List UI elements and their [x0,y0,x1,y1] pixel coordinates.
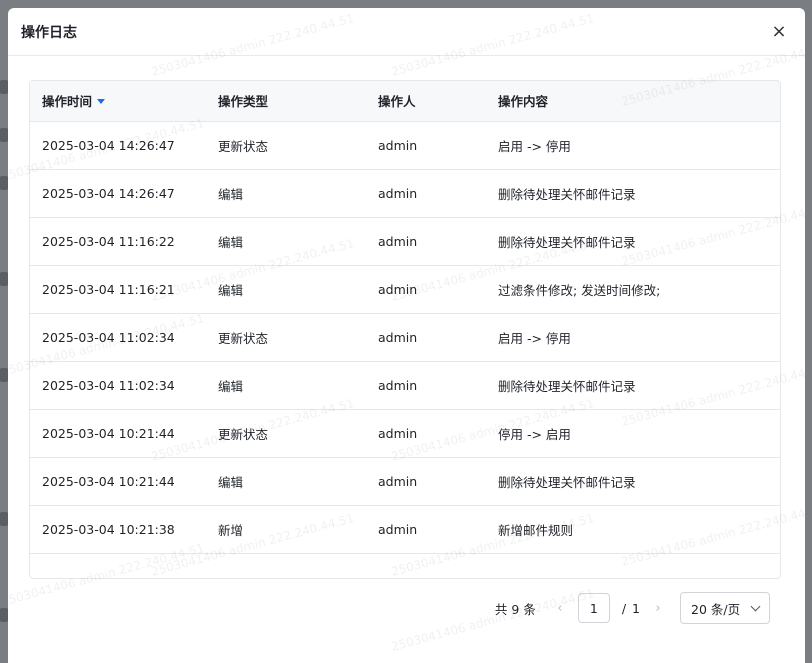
cell-type: 编辑 [206,457,366,506]
cell-operator: admin [366,217,486,266]
background-stub [0,80,8,94]
column-header-operator: 操作人 [366,81,486,122]
page-separator: / [621,600,627,616]
table-row: 2025-03-04 10:21:38 新增 admin 新增邮件规则 [30,505,780,554]
cell-operator: admin [366,505,486,554]
cell-content: 删除待处理关怀邮件记录 [486,217,780,266]
table-row: 2025-03-04 11:02:34 编辑 admin 删除待处理关怀邮件记录 [30,361,780,410]
cell-content: 删除待处理关怀邮件记录 [486,169,780,218]
cell-content: 停用 -> 启用 [486,409,780,458]
cell-operator: admin [366,265,486,314]
column-header-type: 操作类型 [206,81,366,122]
table-row: 2025-03-04 10:21:44 更新状态 admin 停用 -> 启用 [30,409,780,458]
cell-type: 新增 [206,505,366,554]
background-stub [0,272,8,286]
cell-operator: admin [366,361,486,410]
table-row: 2025-03-04 11:16:21 编辑 admin 过滤条件修改; 发送时间修改… [30,265,780,314]
page-size-value: 20 条/页 [691,601,741,617]
sort-descending-icon[interactable] [97,99,106,105]
table-row: 2025-03-04 14:26:47 编辑 admin 删除待处理关怀邮件记录 [30,169,780,218]
cell-type: 编辑 [206,169,366,218]
cell-type: 编辑 [206,217,366,266]
background-stub [0,608,8,622]
cell-time: 2025-03-04 14:26:47 [30,169,206,218]
table-filler-row [30,553,780,578]
table-row: 2025-03-04 11:16:22 编辑 admin 删除待处理关怀邮件记录 [30,217,780,266]
cell-content: 过滤条件修改; 发送时间修改; [486,265,780,314]
cell-type: 编辑 [206,265,366,314]
cell-time: 2025-03-04 11:02:34 [30,361,206,410]
cell-operator: admin [366,457,486,506]
cell-content: 新增邮件规则 [486,505,780,554]
prev-page-icon[interactable]: ‹ [550,601,570,616]
background-stub [0,368,8,382]
cell-time: 2025-03-04 11:16:21 [30,265,206,314]
cell-time: 2025-03-04 11:16:22 [30,217,206,266]
cell-operator: admin [366,121,486,170]
cell-time: 2025-03-04 10:21:38 [30,505,206,554]
table-row: 2025-03-04 10:21:44 编辑 admin 删除待处理关怀邮件记录 [30,457,780,506]
cell-time: 2025-03-04 10:21:44 [30,409,206,458]
table-row: 2025-03-04 14:26:47 更新状态 admin 启用 -> 停用 [30,121,780,170]
cell-operator: admin [366,169,486,218]
column-header-time[interactable]: 操作时间 [30,81,206,122]
cell-type: 编辑 [206,361,366,410]
pagination: 共 9 条 ‹ 1 / 1 › 20 条/页 [495,592,770,624]
column-header-content: 操作内容 [486,81,780,122]
background-stub [0,128,8,142]
cell-operator: admin [366,409,486,458]
cell-time: 2025-03-04 14:26:47 [30,121,206,170]
dialog-header: 操作日志 × [8,8,805,56]
total-count: 共 9 条 [494,601,536,617]
cell-time: 2025-03-04 11:02:34 [30,313,206,362]
next-page-icon[interactable]: › [648,601,668,616]
log-table: 操作时间 操作类型 操作人 操作内容 2025-03-04 14:26:47 更新… [29,80,781,579]
cell-content: 删除待处理关怀邮件记录 [486,457,780,506]
close-icon[interactable]: × [769,22,789,42]
table-header-row: 操作时间 操作类型 操作人 操作内容 [30,81,780,122]
page-size-select[interactable]: 20 条/页 [680,592,770,624]
table-row: 2025-03-04 11:02:34 更新状态 admin 启用 -> 停用 [30,313,780,362]
cell-type: 更新状态 [206,121,366,170]
background-stub [0,176,8,190]
cell-time: 2025-03-04 10:21:44 [30,457,206,506]
cell-content: 启用 -> 停用 [486,121,780,170]
cell-type: 更新状态 [206,409,366,458]
total-pages: 1 [632,600,640,616]
cell-content: 启用 -> 停用 [486,313,780,362]
cell-content: 删除待处理关怀邮件记录 [486,361,780,410]
cell-operator: admin [366,313,486,362]
column-header-label: 操作时间 [42,94,93,110]
dialog-title: 操作日志 [21,24,77,41]
chevron-down-icon [750,601,761,611]
cell-type: 更新状态 [206,313,366,362]
operation-log-dialog: 操作日志 × 操作时间 操作类型 操作人 操作内容 2025-03-04 14:… [8,8,805,663]
page-number-input[interactable]: 1 [577,593,610,623]
background-stub [0,512,8,526]
